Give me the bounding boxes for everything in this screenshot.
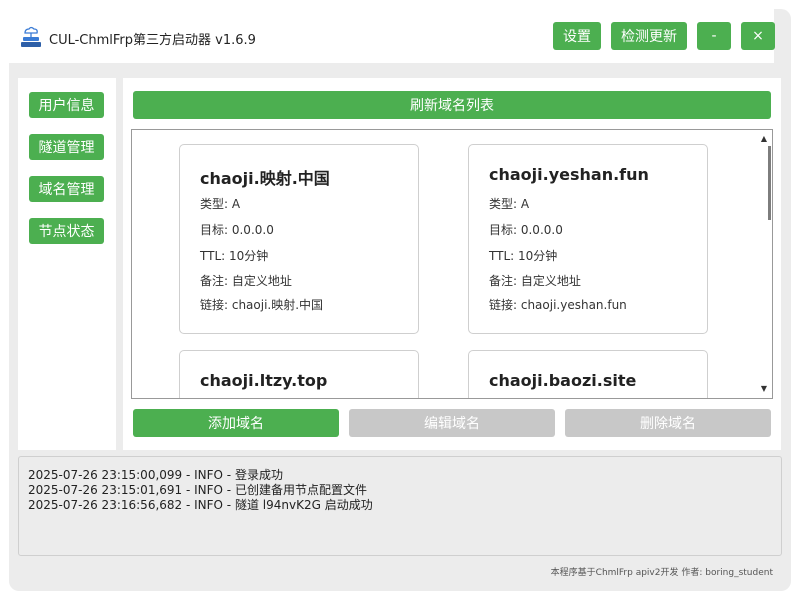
delete-domain-button[interactable]: 删除域名 xyxy=(565,409,771,437)
domain-card[interactable]: chaoji.映射.中国 类型: A 目标: 0.0.0.0 TTL: 10分钟… xyxy=(179,144,419,334)
domain-panel: 刷新域名列表 chaoji.映射.中国 类型: A 目标: 0.0.0.0 TT… xyxy=(123,78,781,450)
sidebar-item-node-status[interactable]: 节点状态 xyxy=(29,218,104,244)
domain-type: 类型: A xyxy=(489,197,530,211)
domain-remark: 备注: 自定义地址 xyxy=(489,274,581,288)
vertical-scrollbar[interactable]: ▲ ▼ xyxy=(756,130,772,398)
domain-list[interactable]: chaoji.映射.中国 类型: A 目标: 0.0.0.0 TTL: 10分钟… xyxy=(131,129,773,399)
minimize-button[interactable]: - xyxy=(697,22,731,50)
add-domain-button[interactable]: 添加域名 xyxy=(133,409,339,437)
scroll-up-arrow-icon[interactable]: ▲ xyxy=(759,134,769,144)
footer-credit: 本程序基于ChmlFrp apiv2开发 作者: boring_student xyxy=(550,568,773,578)
sidebar-item-user-info[interactable]: 用户信息 xyxy=(29,92,104,118)
domain-ttl: TTL: 10分钟 xyxy=(489,249,558,263)
cloud-server-icon xyxy=(19,25,43,49)
domain-link: 链接: chaoji.yeshan.fun xyxy=(489,298,627,312)
sidebar-item-tunnels[interactable]: 隧道管理 xyxy=(29,134,104,160)
domain-name: chaoji.yeshan.fun xyxy=(489,165,649,184)
title-bar: CUL-ChmlFrp第三方启动器 v1.6.9 设置 检测更新 - × xyxy=(9,9,775,63)
domain-remark: 备注: 自定义地址 xyxy=(200,274,292,288)
app-title: CUL-ChmlFrp第三方启动器 v1.6.9 xyxy=(49,33,256,48)
domain-card[interactable]: chaoji.yeshan.fun 类型: A 目标: 0.0.0.0 TTL:… xyxy=(468,144,708,334)
domain-name: chaoji.映射.中国 xyxy=(200,169,330,188)
domain-target: 目标: 0.0.0.0 xyxy=(200,223,274,237)
log-line: 2025-07-26 23:16:56,682 - INFO - 隧道 l94n… xyxy=(28,498,373,512)
sidebar: 用户信息 隧道管理 域名管理 节点状态 xyxy=(18,78,116,450)
scroll-down-arrow-icon[interactable]: ▼ xyxy=(759,384,769,394)
sidebar-item-domains[interactable]: 域名管理 xyxy=(29,176,104,202)
log-output[interactable]: 2025-07-26 23:15:00,099 - INFO - 登录成功 20… xyxy=(18,456,782,556)
refresh-domain-list-button[interactable]: 刷新域名列表 xyxy=(133,91,771,119)
edit-domain-button[interactable]: 编辑域名 xyxy=(349,409,555,437)
domain-link: 链接: chaoji.映射.中国 xyxy=(200,298,324,312)
settings-button[interactable]: 设置 xyxy=(553,22,601,50)
domain-ttl: TTL: 10分钟 xyxy=(200,249,269,263)
check-update-button[interactable]: 检测更新 xyxy=(611,22,687,50)
domain-name: chaoji.ltzy.top xyxy=(200,371,328,390)
scrollbar-thumb[interactable] xyxy=(768,146,771,220)
domain-card[interactable]: chaoji.ltzy.top xyxy=(179,350,419,398)
domain-type: 类型: A xyxy=(200,197,241,211)
domain-card[interactable]: chaoji.baozi.site xyxy=(468,350,708,398)
domain-name: chaoji.baozi.site xyxy=(489,371,637,390)
domain-target: 目标: 0.0.0.0 xyxy=(489,223,563,237)
close-button[interactable]: × xyxy=(741,22,775,50)
